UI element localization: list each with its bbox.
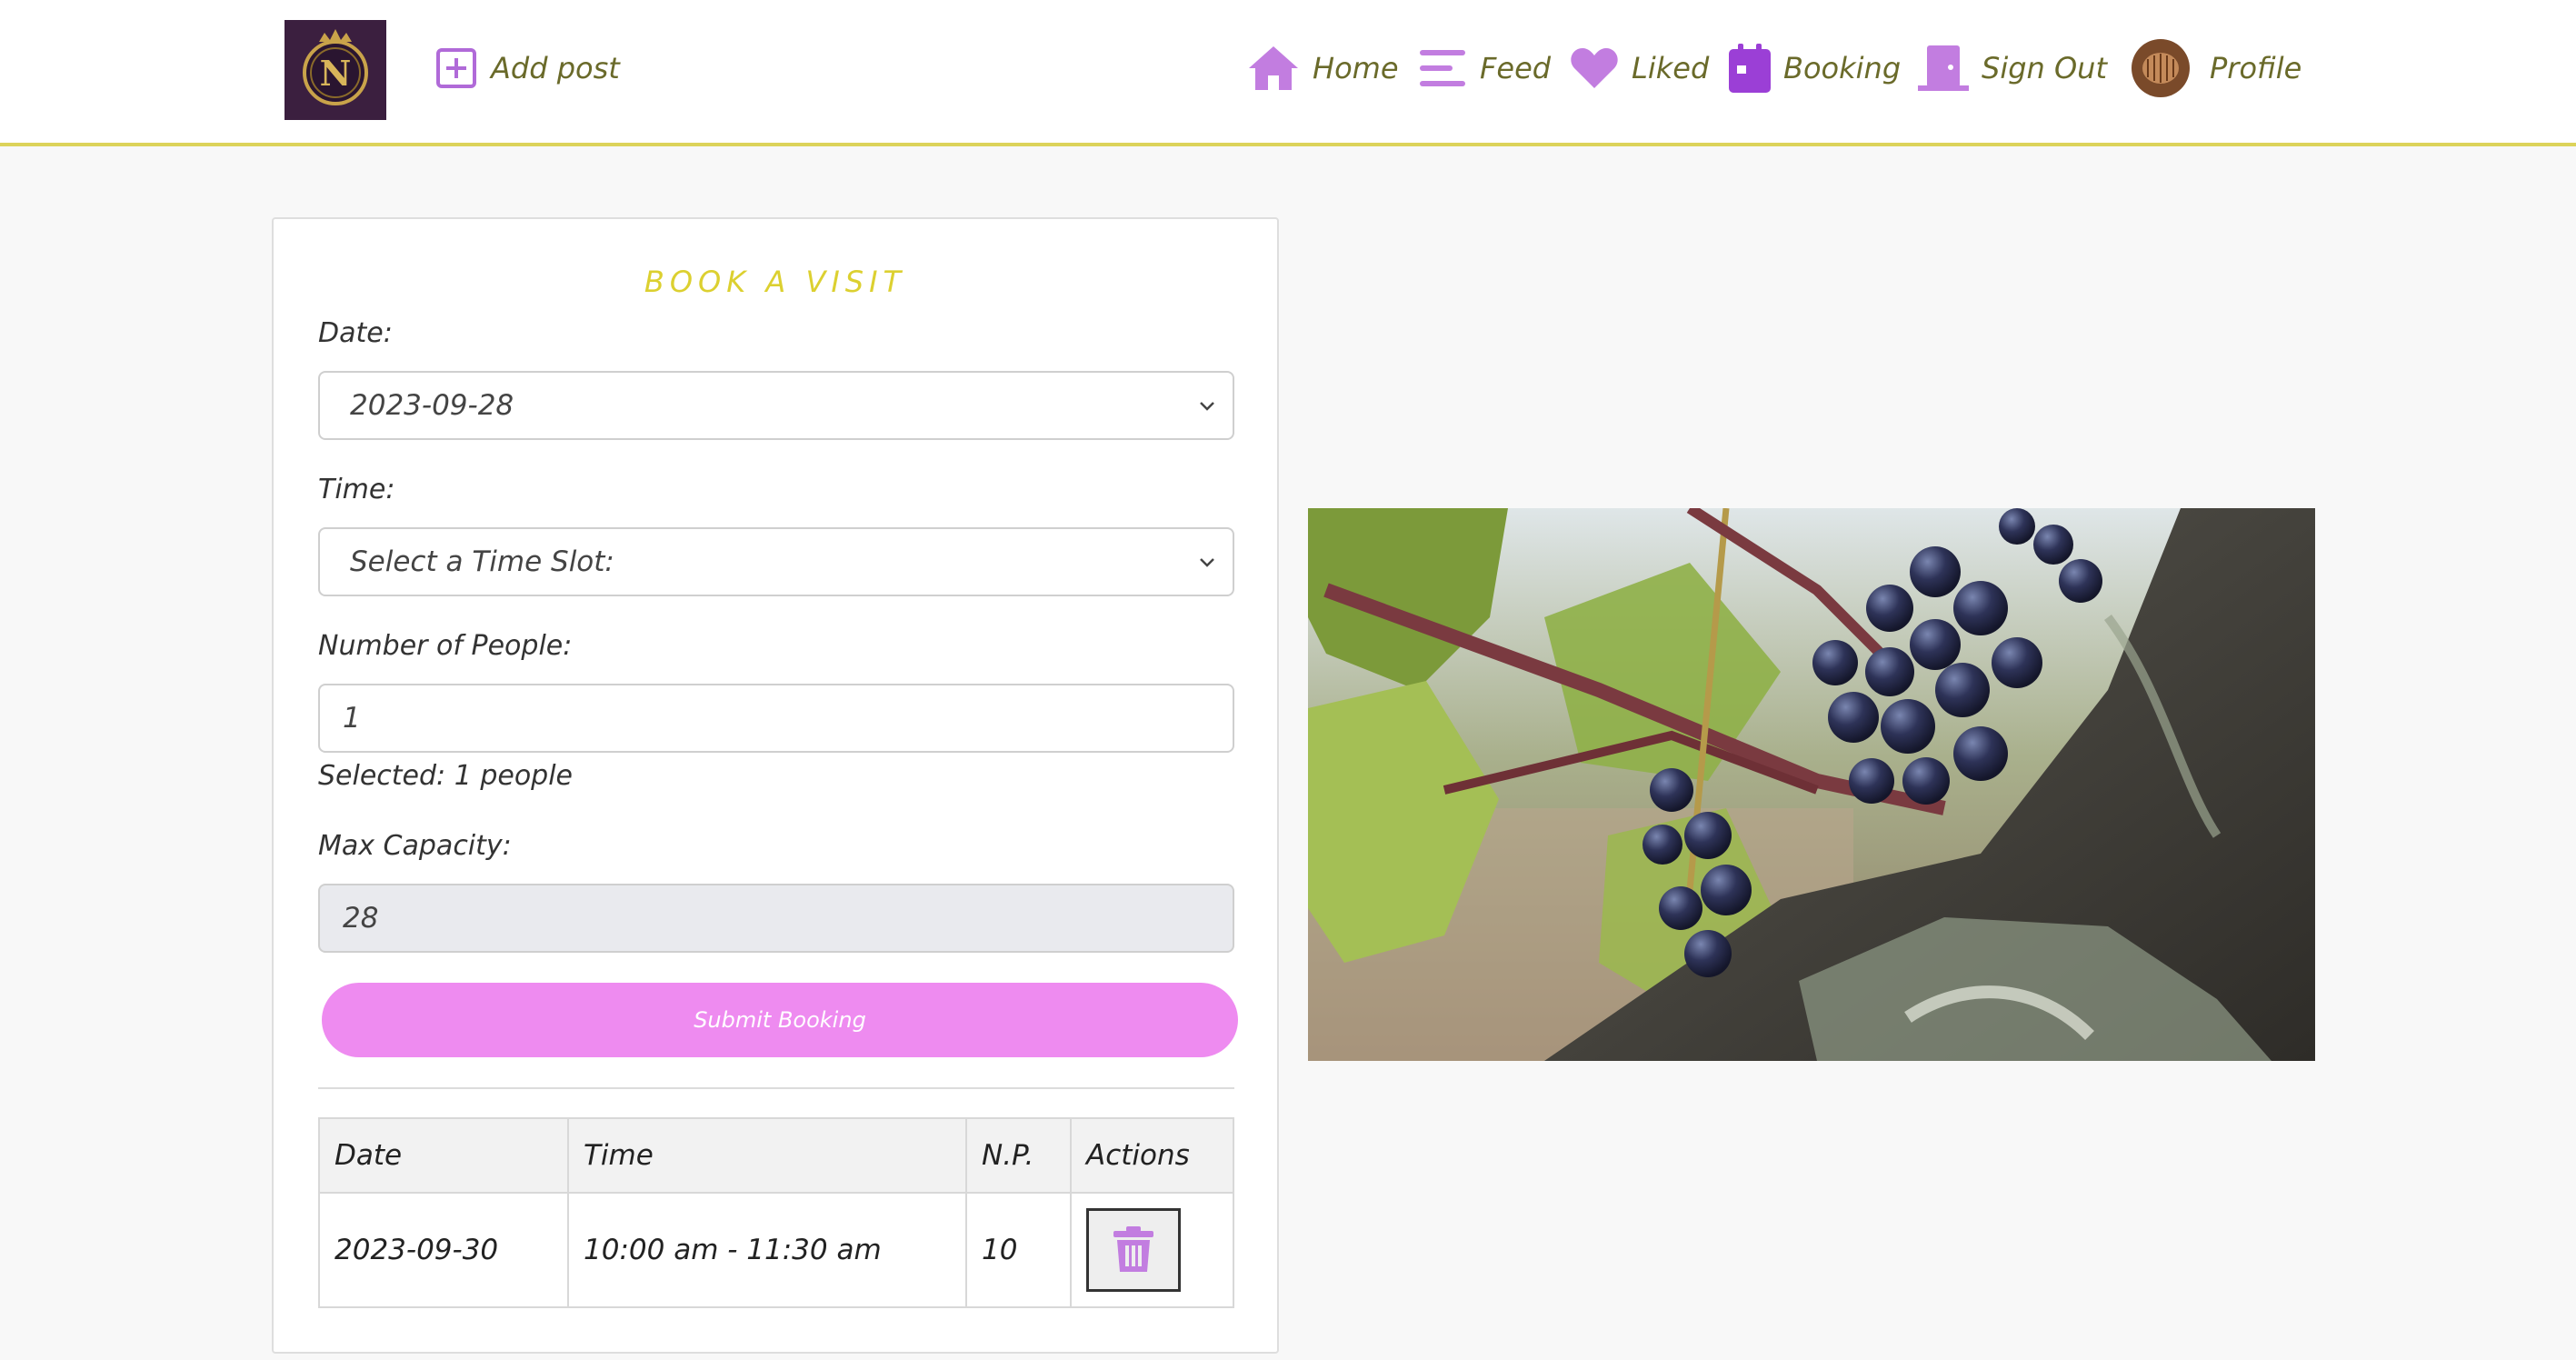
people-input-value: 1 [343,702,361,735]
nav-liked-label: Liked [1632,51,1710,85]
table-row: 2023-09-30 10:00 am - 11:30 am 10 [318,1192,1234,1308]
nav-add-post-label: Add post [491,51,620,85]
form-title: BOOK A VISIT [644,265,907,299]
nav-booking-label: Booking [1783,51,1902,85]
date-select-value: 2023-09-28 [350,389,514,422]
delete-booking-button[interactable] [1086,1208,1181,1292]
nav-sign-out-label: Sign Out [1982,51,2107,85]
chevron-down-icon [1200,402,1214,411]
vineyard-grapes-photo [1308,508,2315,1061]
row-np: 10 [965,1192,1072,1308]
selected-people-text: Selected: 1 people [318,760,574,792]
booking-form-card: BOOK A VISIT Date: 2023-09-28 Time: Sele… [272,217,1279,1354]
capacity-label: Max Capacity: [318,830,512,862]
bookings-table: Date Time N.P. Actions 2023-09-30 10:00 … [318,1117,1234,1308]
nav-home-label: Home [1313,51,1399,85]
svg-text:N: N [320,53,352,94]
row-actions [1070,1192,1234,1308]
people-label: Number of People: [318,630,573,662]
row-date: 2023-09-30 [318,1192,569,1308]
table-header-row: Date Time N.P. Actions [318,1117,1234,1194]
nav-profile[interactable]: Profile [2132,39,2302,97]
header-actions: Actions [1070,1117,1234,1194]
nav-booking[interactable]: Booking [1729,40,1901,96]
time-slot-select[interactable]: Select a Time Slot: [318,527,1234,596]
submit-booking-button[interactable]: Submit Booking [322,983,1238,1057]
nav-sign-out[interactable]: Sign Out [1918,40,2107,96]
chevron-down-icon [1200,558,1214,567]
door-icon [1918,44,1969,93]
people-input[interactable]: 1 [318,684,1234,753]
navbar: N Add post Home Feed Liked Booking Sign … [0,0,2576,146]
divider [318,1087,1234,1089]
max-capacity-field: 28 [318,884,1234,953]
feed-lines-icon [1420,48,1467,88]
header-np: N.P. [965,1117,1072,1194]
calendar-icon [1729,44,1771,93]
header-time: Time [567,1117,967,1194]
nav-home[interactable]: Home [1247,40,1399,96]
date-label: Date: [318,317,393,349]
nav-profile-label: Profile [2210,51,2302,85]
home-icon [1247,45,1300,92]
site-logo[interactable]: N [285,20,386,120]
max-capacity-value: 28 [343,902,379,935]
row-time: 10:00 am - 11:30 am [567,1192,967,1308]
avatar [2132,39,2190,97]
nav-feed-label: Feed [1480,51,1552,85]
nav-feed[interactable]: Feed [1420,40,1551,96]
nav-add-post[interactable]: Add post [434,40,620,96]
plus-square-icon [434,46,478,90]
time-label: Time: [318,474,395,505]
header-date: Date [318,1117,569,1194]
heart-icon [1570,46,1619,90]
date-select[interactable]: 2023-09-28 [318,371,1234,440]
nav-liked[interactable]: Liked [1570,40,1709,96]
trash-icon [1113,1226,1153,1272]
time-slot-value: Select a Time Slot: [350,545,614,578]
